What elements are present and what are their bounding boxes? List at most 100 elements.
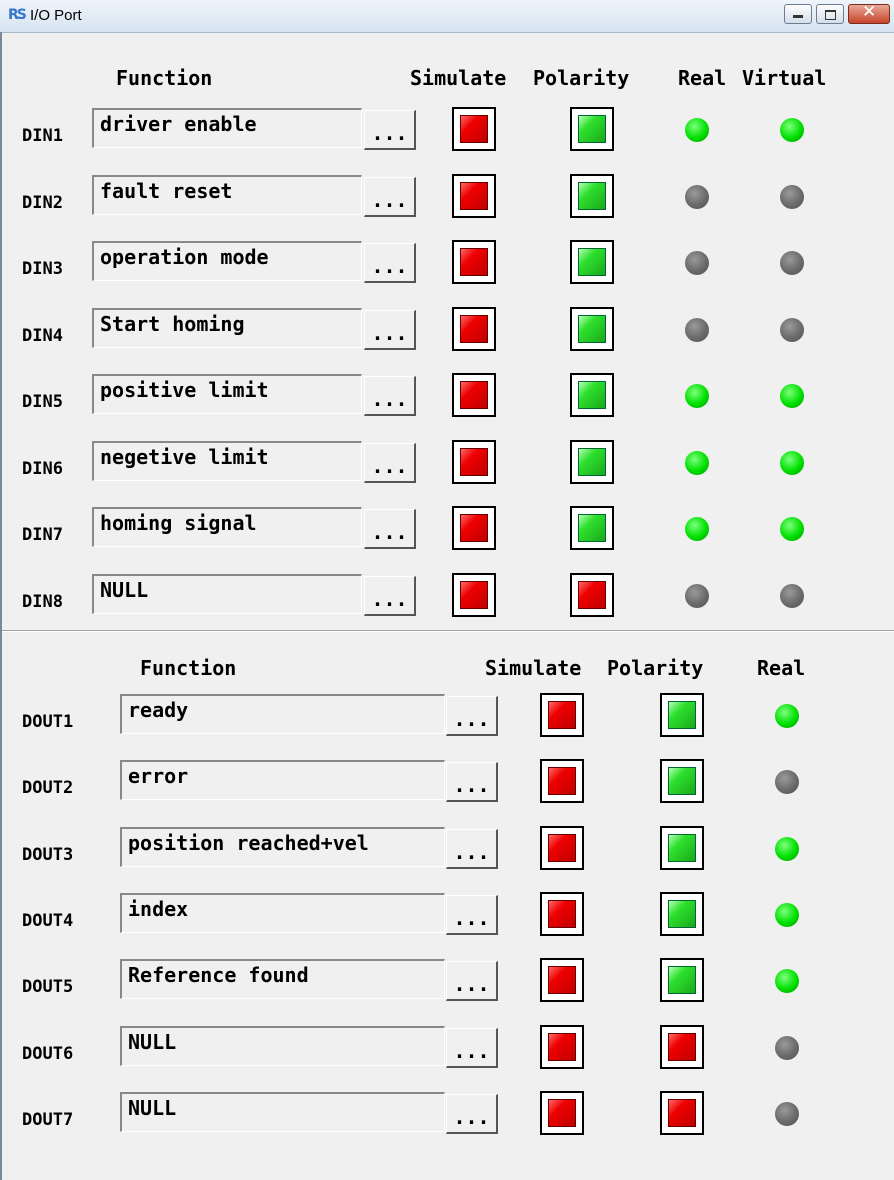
inputs-function-field[interactable]: driver enable <box>92 108 362 148</box>
outputs-function-field[interactable]: index <box>120 893 445 933</box>
inputs-function-field[interactable]: operation mode <box>92 241 362 281</box>
inputs-simulate-toggle[interactable] <box>452 573 496 617</box>
outputs-label: DOUT2 <box>22 778 74 798</box>
inputs-row: DIN1 driver enable... <box>0 106 894 166</box>
inputs-label: DIN3 <box>22 259 63 279</box>
outputs-browse-button[interactable]: ... <box>446 895 498 935</box>
outputs-polarity-toggle[interactable] <box>660 1025 704 1069</box>
inputs-function-field[interactable]: NULL <box>92 574 362 614</box>
title-bar[interactable]: RS I/O Port ✕ <box>0 0 894 33</box>
inputs-browse-button[interactable]: ... <box>364 443 416 483</box>
outputs-polarity-toggle[interactable] <box>660 958 704 1002</box>
outputs-polarity-toggle[interactable] <box>660 892 704 936</box>
inputs-real-indicator-icon <box>685 185 709 209</box>
inputs-browse-button[interactable]: ... <box>364 376 416 416</box>
polarity-state-icon <box>578 315 606 343</box>
dout-simulate-header: Simulate <box>485 656 582 680</box>
close-icon: ✕ <box>862 2 877 22</box>
inputs-polarity-toggle[interactable] <box>570 240 614 284</box>
outputs-label: DOUT7 <box>22 1110 74 1130</box>
outputs-row: DOUT3 position reached+vel... <box>0 825 894 885</box>
inputs-label: DIN8 <box>22 592 63 612</box>
section-divider <box>2 630 894 632</box>
inputs-browse-button[interactable]: ... <box>364 576 416 616</box>
inputs-browse-button[interactable]: ... <box>364 310 416 350</box>
outputs-browse-button[interactable]: ... <box>446 1094 498 1134</box>
outputs-browse-button[interactable]: ... <box>446 1028 498 1068</box>
inputs-simulate-toggle[interactable] <box>452 307 496 351</box>
inputs-browse-button[interactable]: ... <box>364 110 416 150</box>
outputs-polarity-toggle[interactable] <box>660 1091 704 1135</box>
inputs-polarity-toggle[interactable] <box>570 506 614 550</box>
inputs-simulate-toggle[interactable] <box>452 240 496 284</box>
polarity-state-icon <box>668 1099 696 1127</box>
outputs-polarity-toggle[interactable] <box>660 693 704 737</box>
inputs-polarity-toggle[interactable] <box>570 573 614 617</box>
simulate-state-icon <box>548 834 576 862</box>
outputs-browse-button[interactable]: ... <box>446 829 498 869</box>
outputs-polarity-toggle[interactable] <box>660 826 704 870</box>
outputs-label: DOUT1 <box>22 712 74 732</box>
outputs-simulate-toggle[interactable] <box>540 693 584 737</box>
outputs-row: DOUT5 Reference found... <box>0 957 894 1017</box>
maximize-icon <box>825 10 836 20</box>
inputs-virtual-indicator-icon <box>780 384 804 408</box>
inputs-label: DIN6 <box>22 459 63 479</box>
inputs-virtual-indicator-icon <box>780 517 804 541</box>
maximize-button[interactable] <box>816 4 844 24</box>
inputs-simulate-toggle[interactable] <box>452 373 496 417</box>
inputs-label: DIN1 <box>22 126 63 146</box>
outputs-function-field[interactable]: position reached+vel <box>120 827 445 867</box>
close-button[interactable]: ✕ <box>848 2 890 24</box>
outputs-simulate-toggle[interactable] <box>540 958 584 1002</box>
polarity-state-icon <box>578 448 606 476</box>
outputs-polarity-toggle[interactable] <box>660 759 704 803</box>
simulate-state-icon <box>460 115 488 143</box>
inputs-function-field[interactable]: homing signal <box>92 507 362 547</box>
inputs-simulate-toggle[interactable] <box>452 174 496 218</box>
app-logo-icon: RS <box>8 7 27 23</box>
inputs-function-field[interactable]: positive limit <box>92 374 362 414</box>
simulate-state-icon <box>460 448 488 476</box>
inputs-polarity-toggle[interactable] <box>570 373 614 417</box>
simulate-state-icon <box>460 514 488 542</box>
outputs-real-indicator-icon <box>775 1102 799 1126</box>
inputs-simulate-toggle[interactable] <box>452 440 496 484</box>
inputs-function-field[interactable]: Start homing <box>92 308 362 348</box>
outputs-browse-button[interactable]: ... <box>446 961 498 1001</box>
outputs-simulate-toggle[interactable] <box>540 1025 584 1069</box>
inputs-polarity-toggle[interactable] <box>570 307 614 351</box>
simulate-state-icon <box>548 1033 576 1061</box>
outputs-function-field[interactable]: Reference found <box>120 959 445 999</box>
inputs-real-indicator-icon <box>685 251 709 275</box>
outputs-label: DOUT4 <box>22 911 74 931</box>
inputs-browse-button[interactable]: ... <box>364 177 416 217</box>
inputs-simulate-toggle[interactable] <box>452 107 496 151</box>
outputs-browse-button[interactable]: ... <box>446 762 498 802</box>
inputs-virtual-indicator-icon <box>780 118 804 142</box>
inputs-polarity-toggle[interactable] <box>570 107 614 151</box>
minimize-icon <box>793 15 803 18</box>
inputs-polarity-toggle[interactable] <box>570 440 614 484</box>
din-virtual-header: Virtual <box>742 66 827 90</box>
outputs-simulate-toggle[interactable] <box>540 826 584 870</box>
outputs-simulate-toggle[interactable] <box>540 1091 584 1135</box>
minimize-button[interactable] <box>784 4 812 24</box>
inputs-browse-button[interactable]: ... <box>364 243 416 283</box>
outputs-browse-button[interactable]: ... <box>446 696 498 736</box>
inputs-row: DIN5 positive limit... <box>0 372 894 432</box>
outputs-simulate-toggle[interactable] <box>540 759 584 803</box>
inputs-function-field[interactable]: fault reset <box>92 175 362 215</box>
inputs-browse-button[interactable]: ... <box>364 509 416 549</box>
inputs-simulate-toggle[interactable] <box>452 506 496 550</box>
outputs-function-field[interactable]: error <box>120 760 445 800</box>
inputs-virtual-indicator-icon <box>780 451 804 475</box>
inputs-function-field[interactable]: negetive limit <box>92 441 362 481</box>
outputs-function-field[interactable]: ready <box>120 694 445 734</box>
outputs-function-field[interactable]: NULL <box>120 1026 445 1066</box>
outputs-simulate-toggle[interactable] <box>540 892 584 936</box>
din-polarity-header: Polarity <box>533 66 630 90</box>
polarity-state-icon <box>578 514 606 542</box>
inputs-polarity-toggle[interactable] <box>570 174 614 218</box>
outputs-function-field[interactable]: NULL <box>120 1092 445 1132</box>
